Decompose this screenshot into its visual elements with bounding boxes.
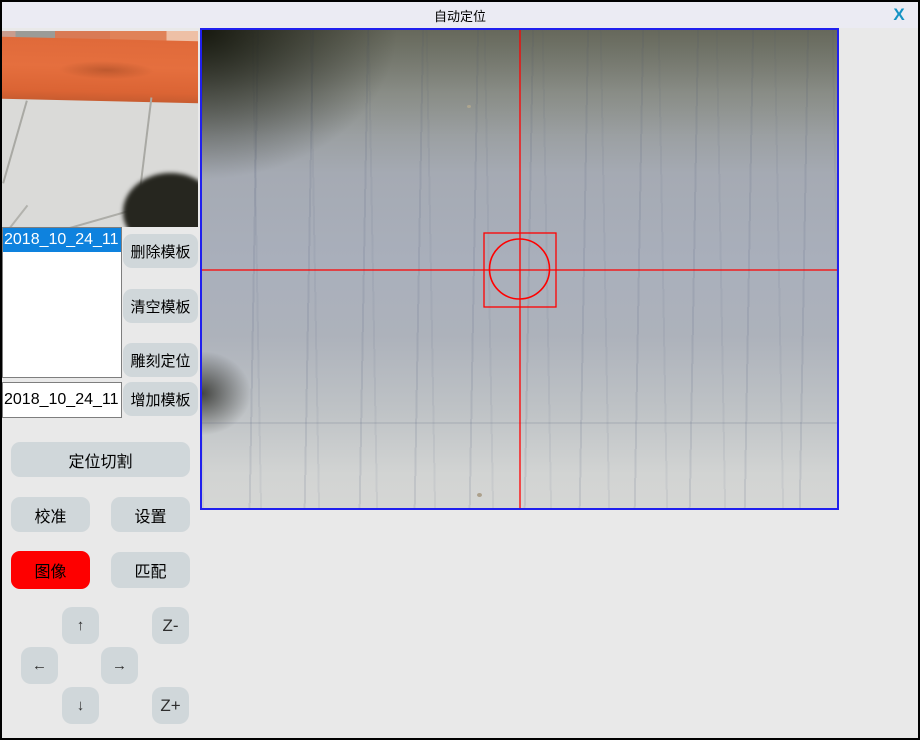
close-icon[interactable]: X xyxy=(888,4,910,26)
clear-templates-button[interactable]: 清空模板 xyxy=(123,289,198,323)
add-template-button[interactable]: 增加模板 xyxy=(123,382,198,416)
template-list[interactable]: 2018_10_24_11 xyxy=(2,227,122,378)
jog-down-button[interactable]: ↓ xyxy=(62,687,99,724)
settings-button[interactable]: 设置 xyxy=(111,497,190,532)
left-arrow-icon: ← xyxy=(32,657,47,674)
calibrate-button[interactable]: 校准 xyxy=(11,497,90,532)
template-preview-image xyxy=(2,31,198,227)
template-name-input[interactable] xyxy=(2,382,122,418)
delete-template-button[interactable]: 删除模板 xyxy=(123,234,198,268)
window-title: 自动定位 xyxy=(434,6,486,25)
crosshair-overlay xyxy=(202,30,837,508)
down-arrow-icon: ↓ xyxy=(77,697,85,714)
z-plus-label: Z+ xyxy=(160,696,180,716)
thumbnail-tile-line xyxy=(2,100,28,183)
jog-up-button[interactable]: ↑ xyxy=(62,607,99,644)
template-list-item[interactable]: 2018_10_24_11 xyxy=(3,228,121,252)
up-arrow-icon: ↑ xyxy=(77,617,85,634)
z-minus-label: Z- xyxy=(162,616,178,636)
right-arrow-icon: → xyxy=(112,657,127,674)
engrave-position-button[interactable]: 雕刻定位 xyxy=(123,343,198,377)
titlebar: 自动定位 X xyxy=(2,2,918,28)
z-minus-button[interactable]: Z- xyxy=(152,607,189,644)
camera-view[interactable] xyxy=(200,28,839,510)
position-cut-button[interactable]: 定位切割 xyxy=(11,442,190,477)
auto-position-window: 自动定位 X 2018_10_24_11 删除模板 清空模板 雕刻定位 增加模板… xyxy=(0,0,920,740)
thumbnail-dark-object xyxy=(123,173,198,227)
thumbnail-orange-beam xyxy=(2,37,198,104)
z-plus-button[interactable]: Z+ xyxy=(152,687,189,724)
thumbnail-tile-line xyxy=(2,205,28,227)
match-button[interactable]: 匹配 xyxy=(111,552,190,588)
jog-left-button[interactable]: ← xyxy=(21,647,58,684)
image-button[interactable]: 图像 xyxy=(11,551,90,589)
jog-right-button[interactable]: → xyxy=(101,647,138,684)
